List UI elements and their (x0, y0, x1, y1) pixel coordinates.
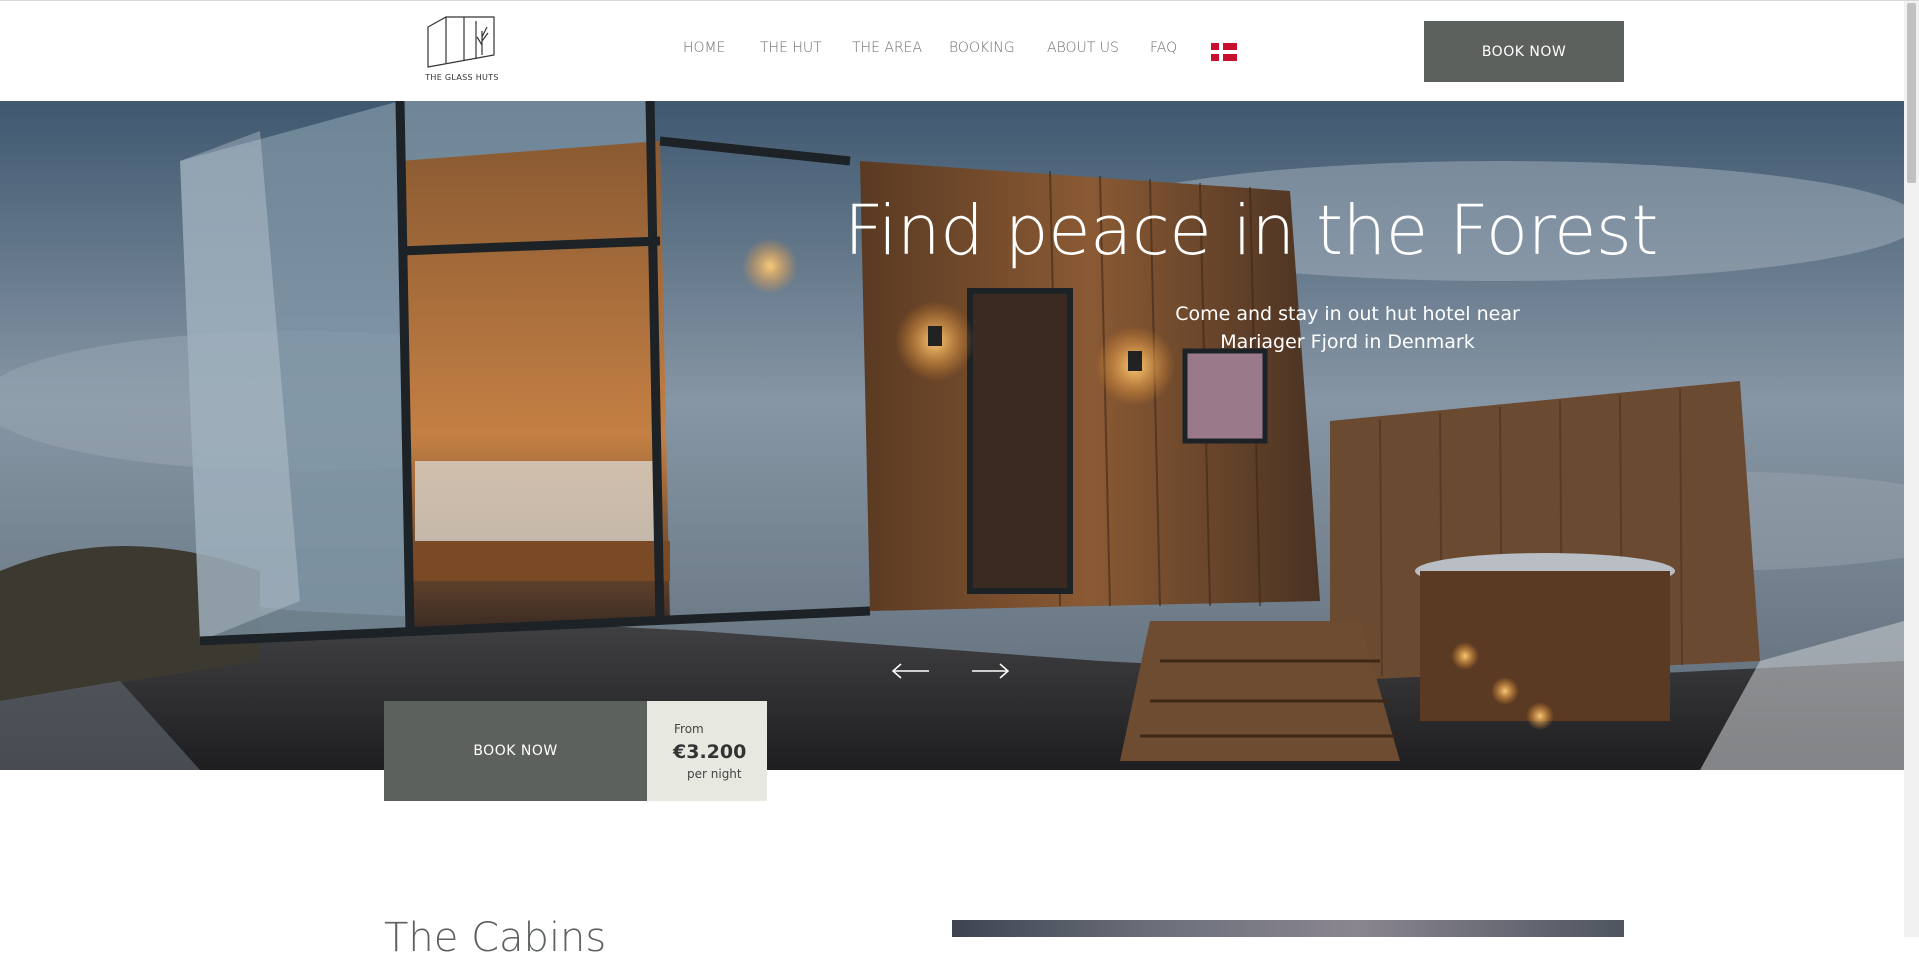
hero-banner: Find peace in the Forest Come and stay i… (0, 101, 1904, 770)
nav-the-hut[interactable]: THE HUT (760, 40, 822, 56)
hero-book-now-button[interactable]: BOOK NOW (384, 701, 647, 801)
page-scrollbar[interactable] (1904, 1, 1919, 937)
danish-flag-icon[interactable] (1211, 43, 1237, 61)
nav-faq[interactable]: FAQ (1150, 40, 1177, 56)
nav-booking[interactable]: BOOKING (949, 40, 1015, 56)
price-value: €3.200 (673, 741, 747, 763)
site-logo[interactable]: THE GLASS HUTS (422, 15, 502, 87)
site-header: THE GLASS HUTS HOME THE HUT THE AREA BOO… (0, 1, 1904, 101)
scrollbar-thumb[interactable] (1907, 3, 1916, 183)
hero-subtitle-line-1: Come and stay in out hut hotel near (1175, 303, 1520, 325)
arrow-right-icon[interactable] (970, 661, 1010, 681)
cabins-image (952, 920, 1624, 937)
hero-title: Find peace in the Forest (844, 191, 1658, 271)
hero-subtitle-line-2: Mariager Fjord in Denmark (1220, 331, 1475, 353)
price-from-label: From (674, 722, 704, 736)
arrow-left-icon[interactable] (891, 661, 931, 681)
nav-home[interactable]: HOME (683, 40, 725, 56)
section-title: The Cabins (384, 915, 607, 961)
price-per-night: per night (687, 767, 742, 781)
nav-about-us[interactable]: ABOUT US (1047, 40, 1119, 56)
header-book-now-button[interactable]: BOOK NOW (1424, 21, 1624, 82)
hero-subtitle: Come and stay in out hut hotel near Mari… (1150, 300, 1545, 356)
nav-the-area[interactable]: THE AREA (852, 40, 922, 56)
price-box: From €3.200 per night (647, 701, 767, 801)
glass-hut-logo-icon (427, 16, 495, 68)
logo-text: THE GLASS HUTS (425, 73, 499, 82)
